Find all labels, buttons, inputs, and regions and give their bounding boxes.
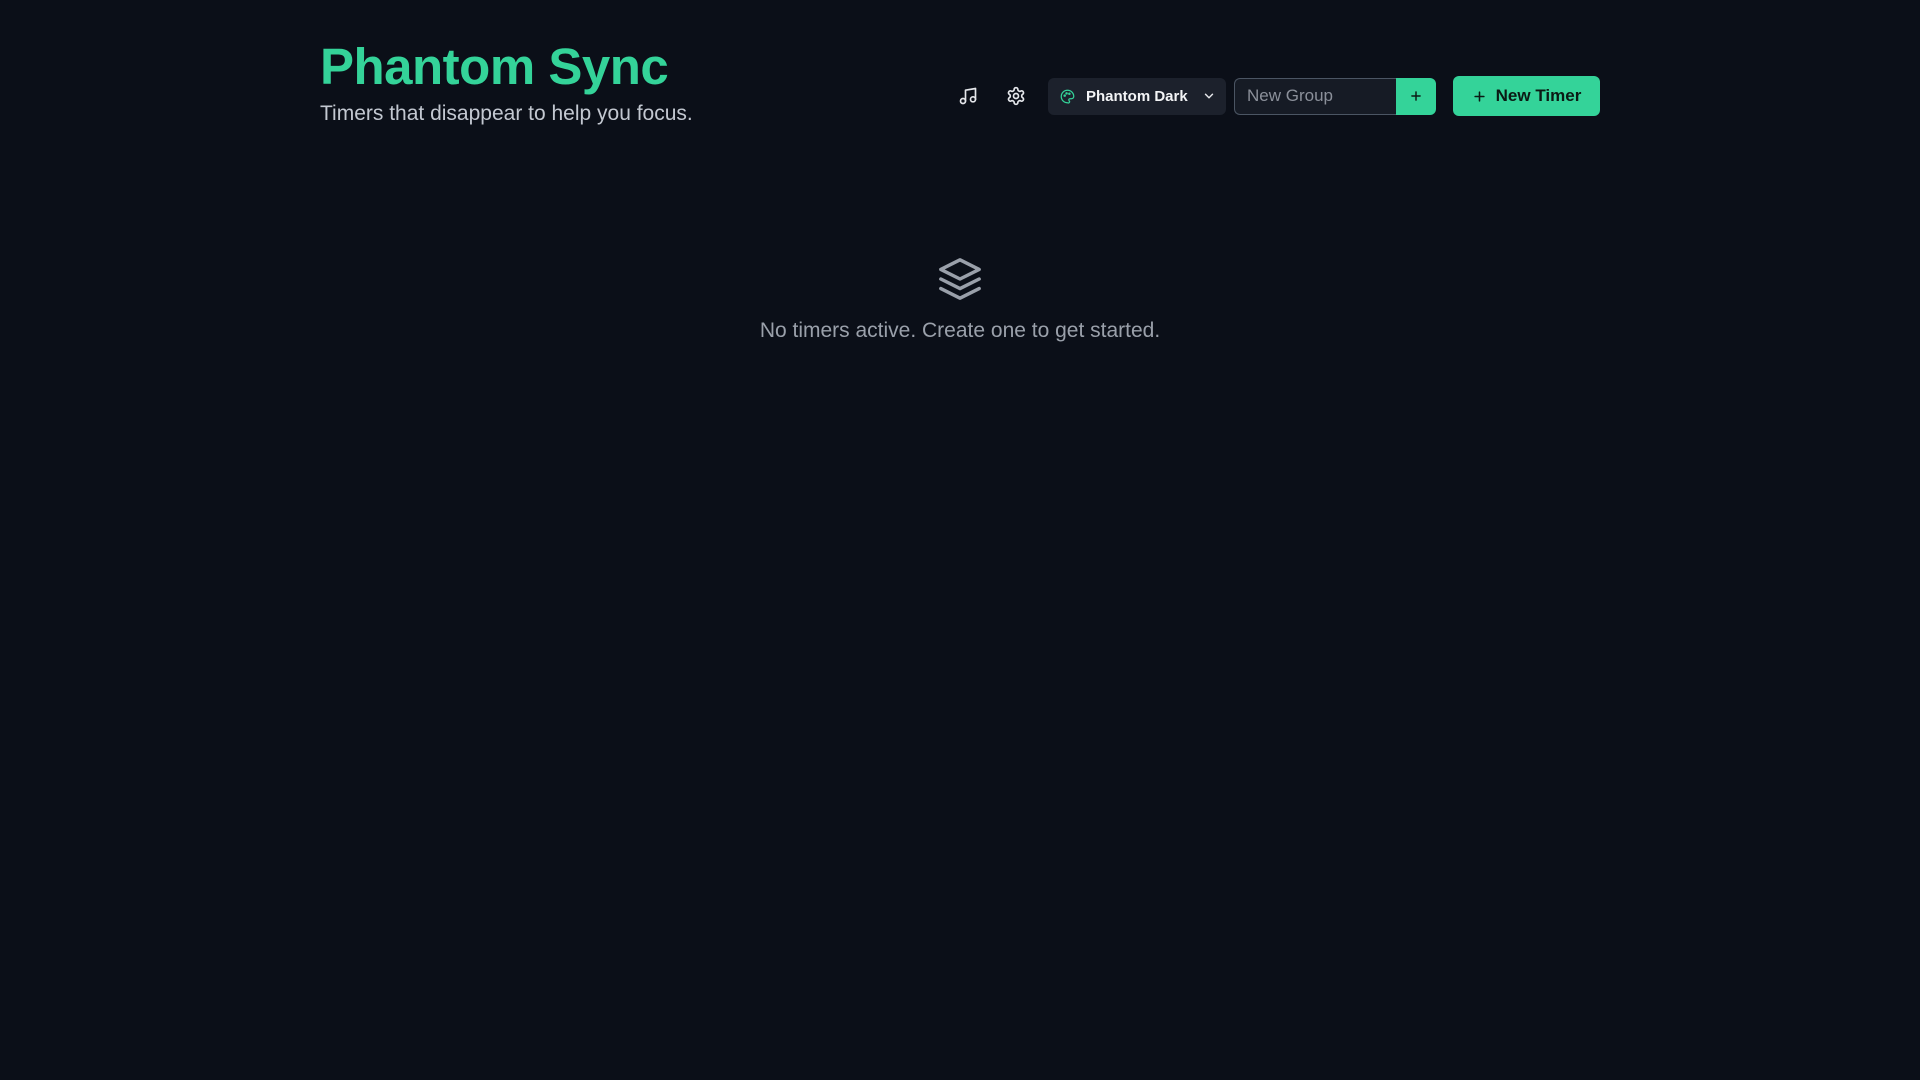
- header: Phantom Sync Timers that disappear to he…: [320, 36, 1600, 136]
- layers-icon: [939, 258, 981, 300]
- app-title: Phantom Sync: [320, 38, 669, 95]
- empty-state-message: No timers active. Create one to get star…: [759, 319, 1161, 342]
- palette-icon: [1059, 88, 1075, 104]
- empty-state: No timers active. Create one to get star…: [0, 256, 1920, 343]
- new-timer-button[interactable]: New Timer: [1453, 76, 1600, 116]
- plus-icon: [1474, 90, 1485, 102]
- add-group-button[interactable]: [1396, 77, 1436, 115]
- music-note-icon: [959, 87, 977, 105]
- theme-select-value: Phantom Dark: [1086, 87, 1188, 105]
- new-group-form: [1234, 77, 1436, 115]
- new-group-input[interactable]: [1234, 77, 1396, 115]
- new-timer-label: New Timer: [1495, 86, 1582, 105]
- app-subtitle: Timers that disappear to help you focus.: [320, 102, 693, 125]
- settings-button[interactable]: [996, 76, 1036, 116]
- chevron-down-icon: [1204, 93, 1214, 99]
- toolbar: Phantom Dark New Timer: [948, 76, 1600, 116]
- theme-select[interactable]: Phantom Dark: [1048, 77, 1226, 115]
- gear-icon: [1007, 86, 1025, 106]
- music-button[interactable]: [948, 76, 988, 116]
- plus-icon: [1411, 91, 1421, 101]
- app-root: Phantom Sync Timers that disappear to he…: [0, 0, 1920, 1080]
- brand: Phantom Sync Timers that disappear to he…: [320, 36, 693, 128]
